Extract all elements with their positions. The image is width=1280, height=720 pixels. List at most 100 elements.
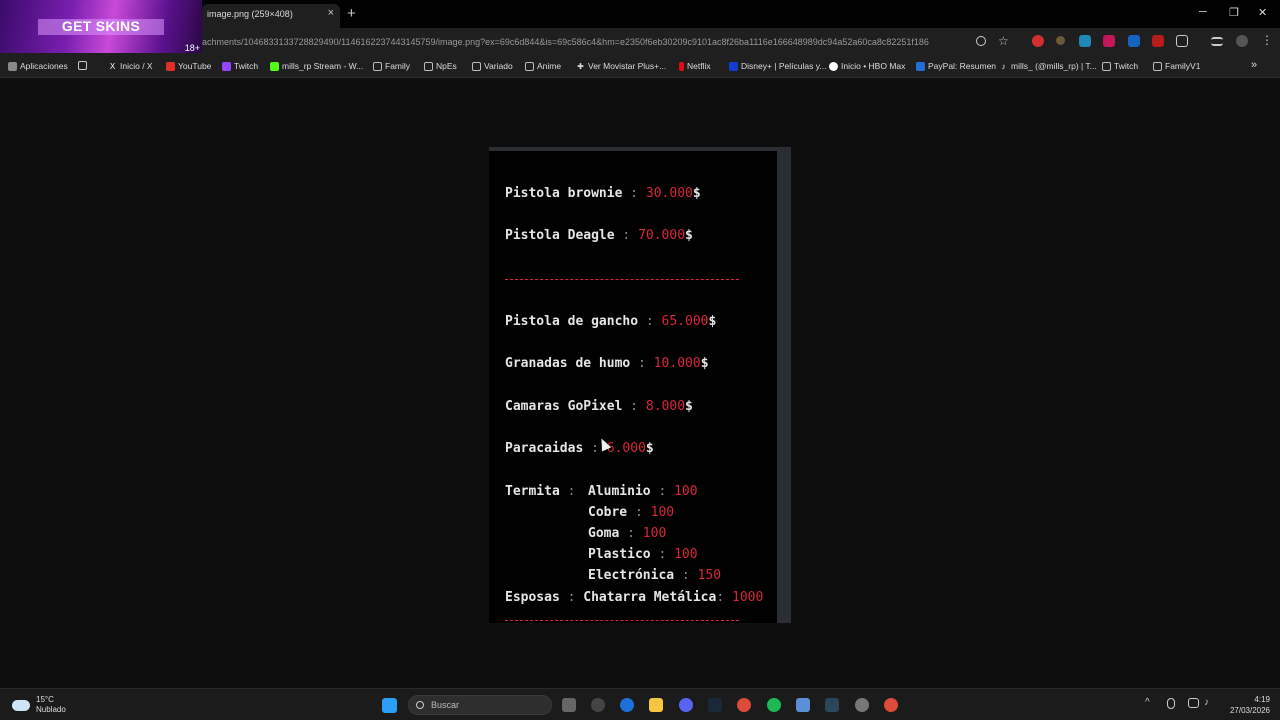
material-row: Goma : 100 [588,526,667,541]
bookmarks-bar: Aplicaciones X Inicio / X YouTube Twitch … [0,56,1280,78]
material-row: Aluminio : 100 [588,484,698,499]
x-icon: X [109,61,116,71]
browser-window: image.png (259×408) × + ─ ❐ ✕ GET SKINS … [0,0,1280,720]
system-clock[interactable]: 4:19 27/03/2026 [1230,694,1270,716]
bookmark-paypal[interactable]: PayPal: Resumen [916,61,996,71]
chrome-active-icon[interactable] [884,698,898,712]
profile-icon[interactable] [1236,35,1248,47]
kick-icon [270,61,279,71]
apps-grid-icon [8,61,17,71]
price-item: Pistola brownie : 30.000$ [505,186,701,201]
bookmark-family[interactable]: Family [373,61,410,71]
extensions-icon[interactable] [1176,35,1188,47]
bookmark-tiktok[interactable]: ♪ mills_ (@mills_rp) | T... [999,61,1097,71]
extension-puzzle-icon[interactable] [1128,35,1140,47]
bookmark-kick[interactable]: mills_rp Stream - W... [270,61,363,71]
settings-icon[interactable] [855,698,869,712]
bookmark-npes[interactable]: NpEs [424,61,457,71]
clock-date: 27/03/2026 [1229,706,1270,715]
folder-icon [525,61,534,71]
steam-app-icon[interactable] [825,698,839,712]
close-tab-icon[interactable]: × [328,7,334,19]
paypal-icon [916,61,925,71]
folder-icon [472,61,481,71]
price-item: Paracaidas : 6.000$ [505,441,654,456]
material-row: Cobre : 100 [588,505,675,520]
clock-time: 4:19 [1254,695,1270,704]
microphone-icon[interactable] [1167,698,1175,709]
folder-icon [1153,61,1162,71]
chrome-icon[interactable] [737,698,751,712]
task-view-icon[interactable] [562,698,576,712]
plus-icon: ✚ [577,61,584,71]
bookmark-star-icon[interactable]: ☆ [998,34,1010,48]
extension-badge-icon[interactable] [1152,35,1164,47]
tab-image[interactable]: image.png (259×408) × [202,4,340,28]
search-icon [416,701,424,709]
steam-icon[interactable] [708,698,722,712]
menu-icon[interactable]: ⋮ [1261,33,1273,47]
bookmark-grid[interactable] [78,61,87,70]
notepad-icon[interactable] [796,698,810,712]
youtube-icon [166,61,175,71]
bookmark-familyv1[interactable]: FamilyV1 [1153,61,1200,71]
separator-line [505,620,739,621]
bookmark-anime[interactable]: Anime [525,61,561,71]
bookmark-hbo[interactable]: Inicio • HBO Max [829,61,905,71]
material-row: Electrónica : 150 [588,568,722,583]
extension-red-icon[interactable] [1032,35,1044,47]
volume-icon[interactable]: ♪ [1204,697,1218,711]
termita-label: Termita : [505,484,584,499]
bookmark-movistar[interactable]: ✚ Ver Movistar Plus+... [576,61,666,71]
file-explorer-icon[interactable] [649,698,663,712]
twitch-icon [222,61,231,71]
weather-desc: Nublado [36,705,66,714]
price-item: Camaras GoPixel : 8.000$ [505,399,693,414]
weather-temp: 15°C [36,695,54,704]
bookmark-aplicaciones[interactable]: Aplicaciones [8,61,68,71]
hbo-icon [829,61,838,71]
extension-blue-icon[interactable] [1079,35,1091,47]
address-bar[interactable]: achments/1046833133728829490/11461622374… [202,32,992,52]
taskbar: 15°C Nublado Buscar ^ ♪ 4:19 27/03/2026 [0,688,1280,720]
media-icon[interactable] [1211,37,1223,46]
tiktok-icon: ♪ [1001,61,1006,71]
discord-icon[interactable] [679,698,693,712]
grid-icon [78,61,87,70]
folder-icon [424,61,433,71]
search-placeholder: Buscar [431,700,460,710]
network-icon[interactable] [1188,698,1199,708]
app-icon[interactable] [591,698,605,712]
bookmark-twitch[interactable]: Twitch [222,61,258,71]
edge-icon[interactable] [620,698,634,712]
bookmark-twitch-folder[interactable]: Twitch [1102,61,1138,71]
weather-widget[interactable]: 15°C Nublado [12,695,66,715]
new-tab-button[interactable]: + [347,5,356,22]
image-viewer: Pistola brownie : 30.000$ Pistola Deagle… [489,151,777,623]
close-window-button[interactable]: ✕ [1258,6,1267,19]
extension-icon[interactable] [1056,36,1065,45]
taskbar-search[interactable]: Buscar [408,695,552,715]
restore-button[interactable]: ❐ [1229,6,1239,19]
age-badge: 18+ [184,43,200,53]
price-item: Pistola de gancho : 65.000$ [505,314,717,329]
material-row: Plastico : 100 [588,547,698,562]
tab-title: image.png (259×408) [207,9,293,19]
separator-line [505,279,739,280]
disney-icon [729,61,738,71]
folder-icon [1102,61,1111,71]
zoom-icon[interactable] [976,36,986,46]
bookmark-disney[interactable]: Disney+ | Películas y... [729,61,826,71]
chevron-up-icon[interactable]: ^ [1145,697,1159,711]
folder-icon [373,61,382,71]
more-bookmarks-icon[interactable]: » [1251,59,1257,71]
bookmark-inicio-x[interactable]: X Inicio / X [108,61,153,71]
windows-start-icon[interactable] [382,698,397,713]
spotify-icon[interactable] [767,698,781,712]
bookmark-netflix[interactable]: Netflix [679,61,711,71]
minimize-button[interactable]: ─ [1199,6,1207,18]
promo-banner[interactable]: GET SKINS 18+ [0,0,202,53]
bookmark-variado[interactable]: Variado [472,61,513,71]
adblock-icon[interactable] [1103,35,1115,47]
bookmark-youtube[interactable]: YouTube [166,61,211,71]
